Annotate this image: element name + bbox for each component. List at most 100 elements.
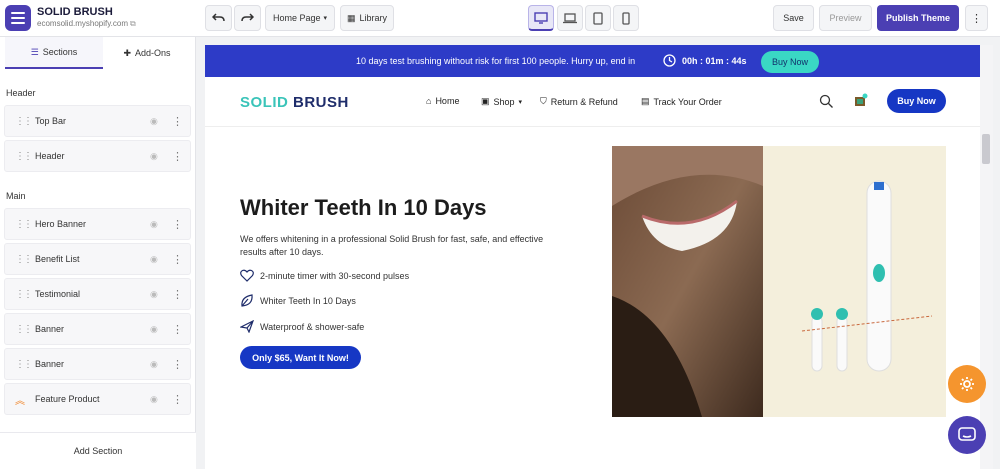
drag-handle-icon[interactable]: ⋮⋮ [15, 151, 33, 162]
eye-icon[interactable]: ◉ [150, 254, 162, 265]
store-url-text: ecomsolid.myshopify.com [37, 19, 128, 28]
chat-fab-button[interactable] [948, 416, 986, 454]
section-item-label: Hero Banner [35, 219, 87, 229]
nav-item-shop[interactable]: ▣ Shop ▾ [481, 96, 522, 107]
tab-sections[interactable]: ☰ Sections [5, 37, 103, 69]
redo-button[interactable] [234, 5, 261, 31]
section-item-label: Testimonial [35, 289, 81, 299]
chat-icon [958, 427, 976, 441]
undo-icon [212, 13, 225, 22]
nav-item-home[interactable]: ⌂ Home [426, 96, 459, 106]
sections-sidebar: ☰ Sections ✚ Add-Ons Header ⋮⋮ Top Bar ◉… [0, 37, 196, 469]
add-section-button[interactable]: Add Section [0, 432, 196, 469]
nav-item-label: Return & Refund [550, 96, 618, 107]
store-header: SOLID BRUSH ⌂ Home ▣ Shop ▾ ⛉ Return & R… [205, 77, 980, 127]
mobile-view-button[interactable] [613, 5, 639, 31]
benefit-text: Whiter Teeth In 10 Days [260, 295, 356, 306]
more-options-icon[interactable]: ⋮ [172, 253, 183, 266]
laptop-view-button[interactable] [557, 5, 583, 31]
preview-scrollbar[interactable] [980, 45, 993, 469]
section-item-hero-banner[interactable]: ⋮⋮ Hero Banner ◉ ⋮ [4, 208, 191, 240]
eye-icon[interactable]: ◉ [150, 289, 162, 300]
library-label: Library [359, 13, 388, 23]
section-item-banner[interactable]: ⋮⋮ Banner ◉ ⋮ [4, 348, 191, 380]
hero-title: Whiter Teeth In 10 Days [240, 195, 487, 220]
eye-icon[interactable]: ◉ [150, 324, 162, 335]
eye-icon[interactable]: ◉ [150, 394, 162, 405]
clock-icon [663, 54, 676, 67]
section-item-header[interactable]: ⋮⋮ Header ◉ ⋮ [4, 140, 191, 172]
store-url[interactable]: ecomsolid.myshopify.com ⧉ [37, 19, 136, 29]
preview-scrollbar-thumb[interactable] [982, 134, 990, 164]
bag-icon: ▣ [481, 96, 490, 106]
announcement-text: 10 days test brushing without risk for f… [356, 56, 636, 66]
store-logo[interactable]: SOLID BRUSH [240, 94, 349, 111]
desktop-icon [534, 11, 548, 24]
nav-item-label: Shop [493, 96, 515, 107]
gear-icon [960, 377, 974, 391]
more-options-icon[interactable]: ⋮ [172, 288, 183, 301]
section-item-label: Header [35, 151, 65, 161]
more-options-icon[interactable]: ⋮ [172, 358, 183, 371]
tablet-icon [593, 11, 603, 25]
drag-handle-icon[interactable]: ⋮⋮ [15, 359, 33, 370]
settings-fab-button[interactable] [948, 365, 986, 403]
more-options-icon[interactable]: ⋮ [965, 5, 988, 31]
section-item-banner[interactable]: ⋮⋮ Banner ◉ ⋮ [4, 313, 191, 345]
search-icon[interactable] [819, 94, 834, 109]
nav-item-label: Home [435, 96, 460, 106]
tablet-view-button[interactable] [585, 5, 611, 31]
cart-icon[interactable] [853, 93, 868, 108]
drag-handle-icon[interactable]: ⋮⋮ [15, 254, 33, 265]
countdown-timer: 00h : 01m : 44s [682, 56, 747, 66]
group-label-main: Main [6, 191, 26, 201]
tab-add-ons[interactable]: ✚ Add-Ons [98, 37, 196, 69]
more-options-icon[interactable]: ⋮ [172, 115, 183, 128]
page-selector-label: Home Page [272, 13, 321, 23]
collapse-arrows-icon[interactable]: ︽ [15, 392, 25, 407]
benefit-item: Waterproof & shower-safe [240, 320, 364, 333]
eye-icon[interactable]: ◉ [150, 151, 162, 162]
redo-icon [241, 13, 254, 22]
save-button[interactable]: Save [773, 5, 814, 31]
truck-icon: ▤ [641, 96, 650, 106]
tab-sections-label: Sections [42, 47, 78, 57]
section-item-testimonial[interactable]: ⋮⋮ Testimonial ◉ ⋮ [4, 278, 191, 310]
undo-button[interactable] [205, 5, 232, 31]
section-item-feature-product[interactable]: ︽ Feature Product ◉ ⋮ [4, 383, 191, 415]
page-selector[interactable]: Home Page ▾ [265, 5, 335, 31]
puzzle-icon: ✚ [123, 47, 131, 58]
more-options-icon[interactable]: ⋮ [172, 323, 183, 336]
section-item-label: Banner [35, 324, 65, 334]
app-logo-icon[interactable] [5, 5, 31, 31]
more-options-icon[interactable]: ⋮ [172, 150, 183, 163]
preview-button[interactable]: Preview [819, 5, 872, 31]
nav-item-track-order[interactable]: ▤ Track Your Order [641, 96, 722, 107]
desktop-view-button[interactable] [528, 5, 554, 31]
drag-handle-icon[interactable]: ⋮⋮ [15, 219, 33, 230]
store-preview: 10 days test brushing without risk for f… [205, 45, 980, 469]
chevron-down-icon: ▾ [518, 98, 523, 106]
brand-part-2: BRUSH [293, 94, 349, 111]
eye-icon[interactable]: ◉ [150, 359, 162, 370]
list-icon: ☰ [30, 46, 39, 57]
eye-icon[interactable]: ◉ [150, 219, 162, 230]
section-item-benefit-list[interactable]: ⋮⋮ Benefit List ◉ ⋮ [4, 243, 191, 275]
library-button[interactable]: ▦ Library [340, 5, 394, 31]
chevron-down-icon: ▾ [323, 15, 328, 22]
section-item-label: Benefit List [35, 254, 80, 264]
section-item-top-bar[interactable]: ⋮⋮ Top Bar ◉ ⋮ [4, 105, 191, 137]
announcement-buy-button[interactable]: Buy Now [761, 51, 819, 73]
hero-cta-button[interactable]: Only $65, Want It Now! [240, 346, 361, 369]
home-icon: ⌂ [426, 96, 432, 106]
nav-item-return-refund[interactable]: ⛉ Return & Refund [540, 96, 618, 107]
drag-handle-icon[interactable]: ⋮⋮ [15, 289, 33, 300]
drag-handle-icon[interactable]: ⋮⋮ [15, 116, 33, 127]
header-buy-button[interactable]: Buy Now [887, 89, 946, 113]
eye-icon[interactable]: ◉ [150, 116, 162, 127]
hero-product-image [612, 146, 946, 417]
more-options-icon[interactable]: ⋮ [172, 218, 183, 231]
publish-theme-button[interactable]: Publish Theme [877, 5, 959, 31]
drag-handle-icon[interactable]: ⋮⋮ [15, 324, 33, 335]
more-options-icon[interactable]: ⋮ [172, 393, 183, 406]
